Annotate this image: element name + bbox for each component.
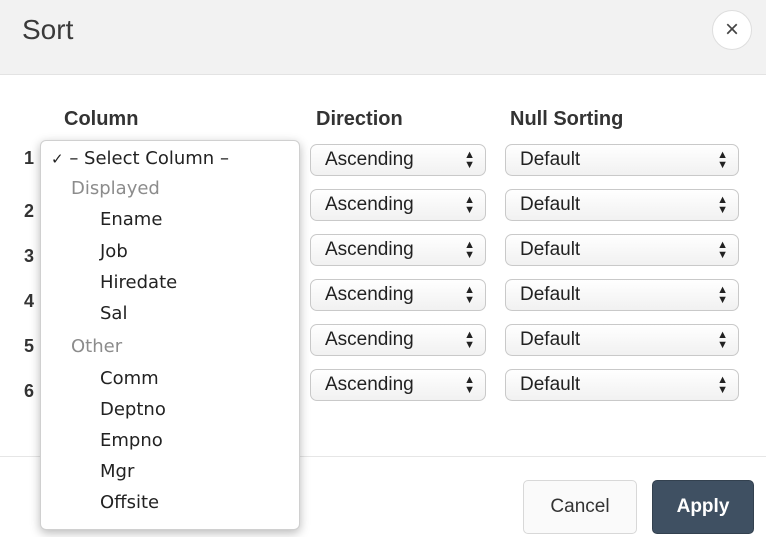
dropdown-option[interactable]: Hiredate (100, 272, 177, 293)
select-arrows-icon: ▲ ▼ (717, 194, 728, 216)
column-header: Column (64, 108, 139, 130)
checkmark-icon: ✓ (51, 150, 64, 168)
null-sorting-select[interactable]: Default ▲ ▼ (505, 234, 739, 266)
apply-button[interactable]: Apply (652, 480, 754, 534)
row-number: 3 (24, 246, 35, 266)
direction-header: Direction (316, 108, 403, 130)
select-arrows-icon: ▲ ▼ (464, 374, 475, 396)
option-label: – Select Column – (69, 148, 229, 169)
direction-value: Ascending (325, 149, 414, 170)
dropdown-option[interactable]: Sal (100, 303, 127, 324)
row-number: 4 (24, 291, 35, 311)
select-arrows-icon: ▲ ▼ (717, 284, 728, 306)
select-arrows-icon: ▲ ▼ (464, 284, 475, 306)
dialog-title: Sort (22, 14, 74, 45)
direction-select[interactable]: Ascending ▲ ▼ (310, 234, 486, 266)
direction-select[interactable]: Ascending ▲ ▼ (310, 189, 486, 221)
direction-value: Ascending (325, 329, 414, 350)
row-number: 6 (24, 381, 35, 401)
select-arrows-icon: ▲ ▼ (464, 149, 475, 171)
direction-value: Ascending (325, 284, 414, 305)
dropdown-option[interactable]: Ename (100, 209, 162, 230)
select-arrows-icon: ▲ ▼ (717, 374, 728, 396)
dropdown-option[interactable]: Comm (100, 368, 159, 389)
dialog-header: Sort × (0, 0, 766, 75)
dropdown-option[interactable]: Offsite (100, 492, 159, 513)
null-sorting-value: Default (520, 239, 581, 260)
close-button[interactable]: × (712, 10, 752, 50)
dropdown-group-other: Other (71, 336, 123, 357)
dropdown-option-select-column[interactable]: ✓ – Select Column – (51, 148, 229, 169)
null-sorting-select[interactable]: Default ▲ ▼ (505, 279, 739, 311)
select-arrows-icon: ▲ ▼ (464, 239, 475, 261)
null-sorting-header: Null Sorting (510, 108, 624, 130)
null-sorting-select[interactable]: Default ▲ ▼ (505, 189, 739, 221)
column-dropdown-menu: ✓ – Select Column – Displayed Ename Job … (40, 140, 300, 530)
null-sorting-value: Default (520, 329, 581, 350)
row-number: 2 (24, 201, 35, 221)
null-sorting-value: Default (520, 194, 581, 215)
direction-value: Ascending (325, 239, 414, 260)
direction-select[interactable]: Ascending ▲ ▼ (310, 279, 486, 311)
row-number: 5 (24, 336, 35, 356)
close-icon: × (724, 16, 739, 43)
select-arrows-icon: ▲ ▼ (464, 194, 475, 216)
null-sorting-value: Default (520, 284, 581, 305)
direction-select[interactable]: Ascending ▲ ▼ (310, 324, 486, 356)
null-sorting-value: Default (520, 149, 581, 170)
null-sorting-select[interactable]: Default ▲ ▼ (505, 324, 739, 356)
select-arrows-icon: ▲ ▼ (717, 329, 728, 351)
select-arrows-icon: ▲ ▼ (717, 149, 728, 171)
dropdown-group-displayed: Displayed (71, 178, 160, 199)
direction-value: Ascending (325, 194, 414, 215)
cancel-button[interactable]: Cancel (523, 480, 637, 534)
direction-value: Ascending (325, 374, 414, 395)
null-sorting-select[interactable]: Default ▲ ▼ (505, 144, 739, 176)
dropdown-option[interactable]: Mgr (100, 461, 134, 482)
dropdown-option[interactable]: Empno (100, 430, 163, 451)
dropdown-option[interactable]: Job (100, 241, 128, 262)
direction-select[interactable]: Ascending ▲ ▼ (310, 144, 486, 176)
select-arrows-icon: ▲ ▼ (464, 329, 475, 351)
sort-dialog: Sort × Column Direction Null Sorting 1 A… (0, 0, 766, 537)
direction-select[interactable]: Ascending ▲ ▼ (310, 369, 486, 401)
null-sorting-value: Default (520, 374, 581, 395)
row-number: 1 (24, 148, 35, 168)
select-arrows-icon: ▲ ▼ (717, 239, 728, 261)
null-sorting-select[interactable]: Default ▲ ▼ (505, 369, 739, 401)
dropdown-option[interactable]: Deptno (100, 399, 166, 420)
